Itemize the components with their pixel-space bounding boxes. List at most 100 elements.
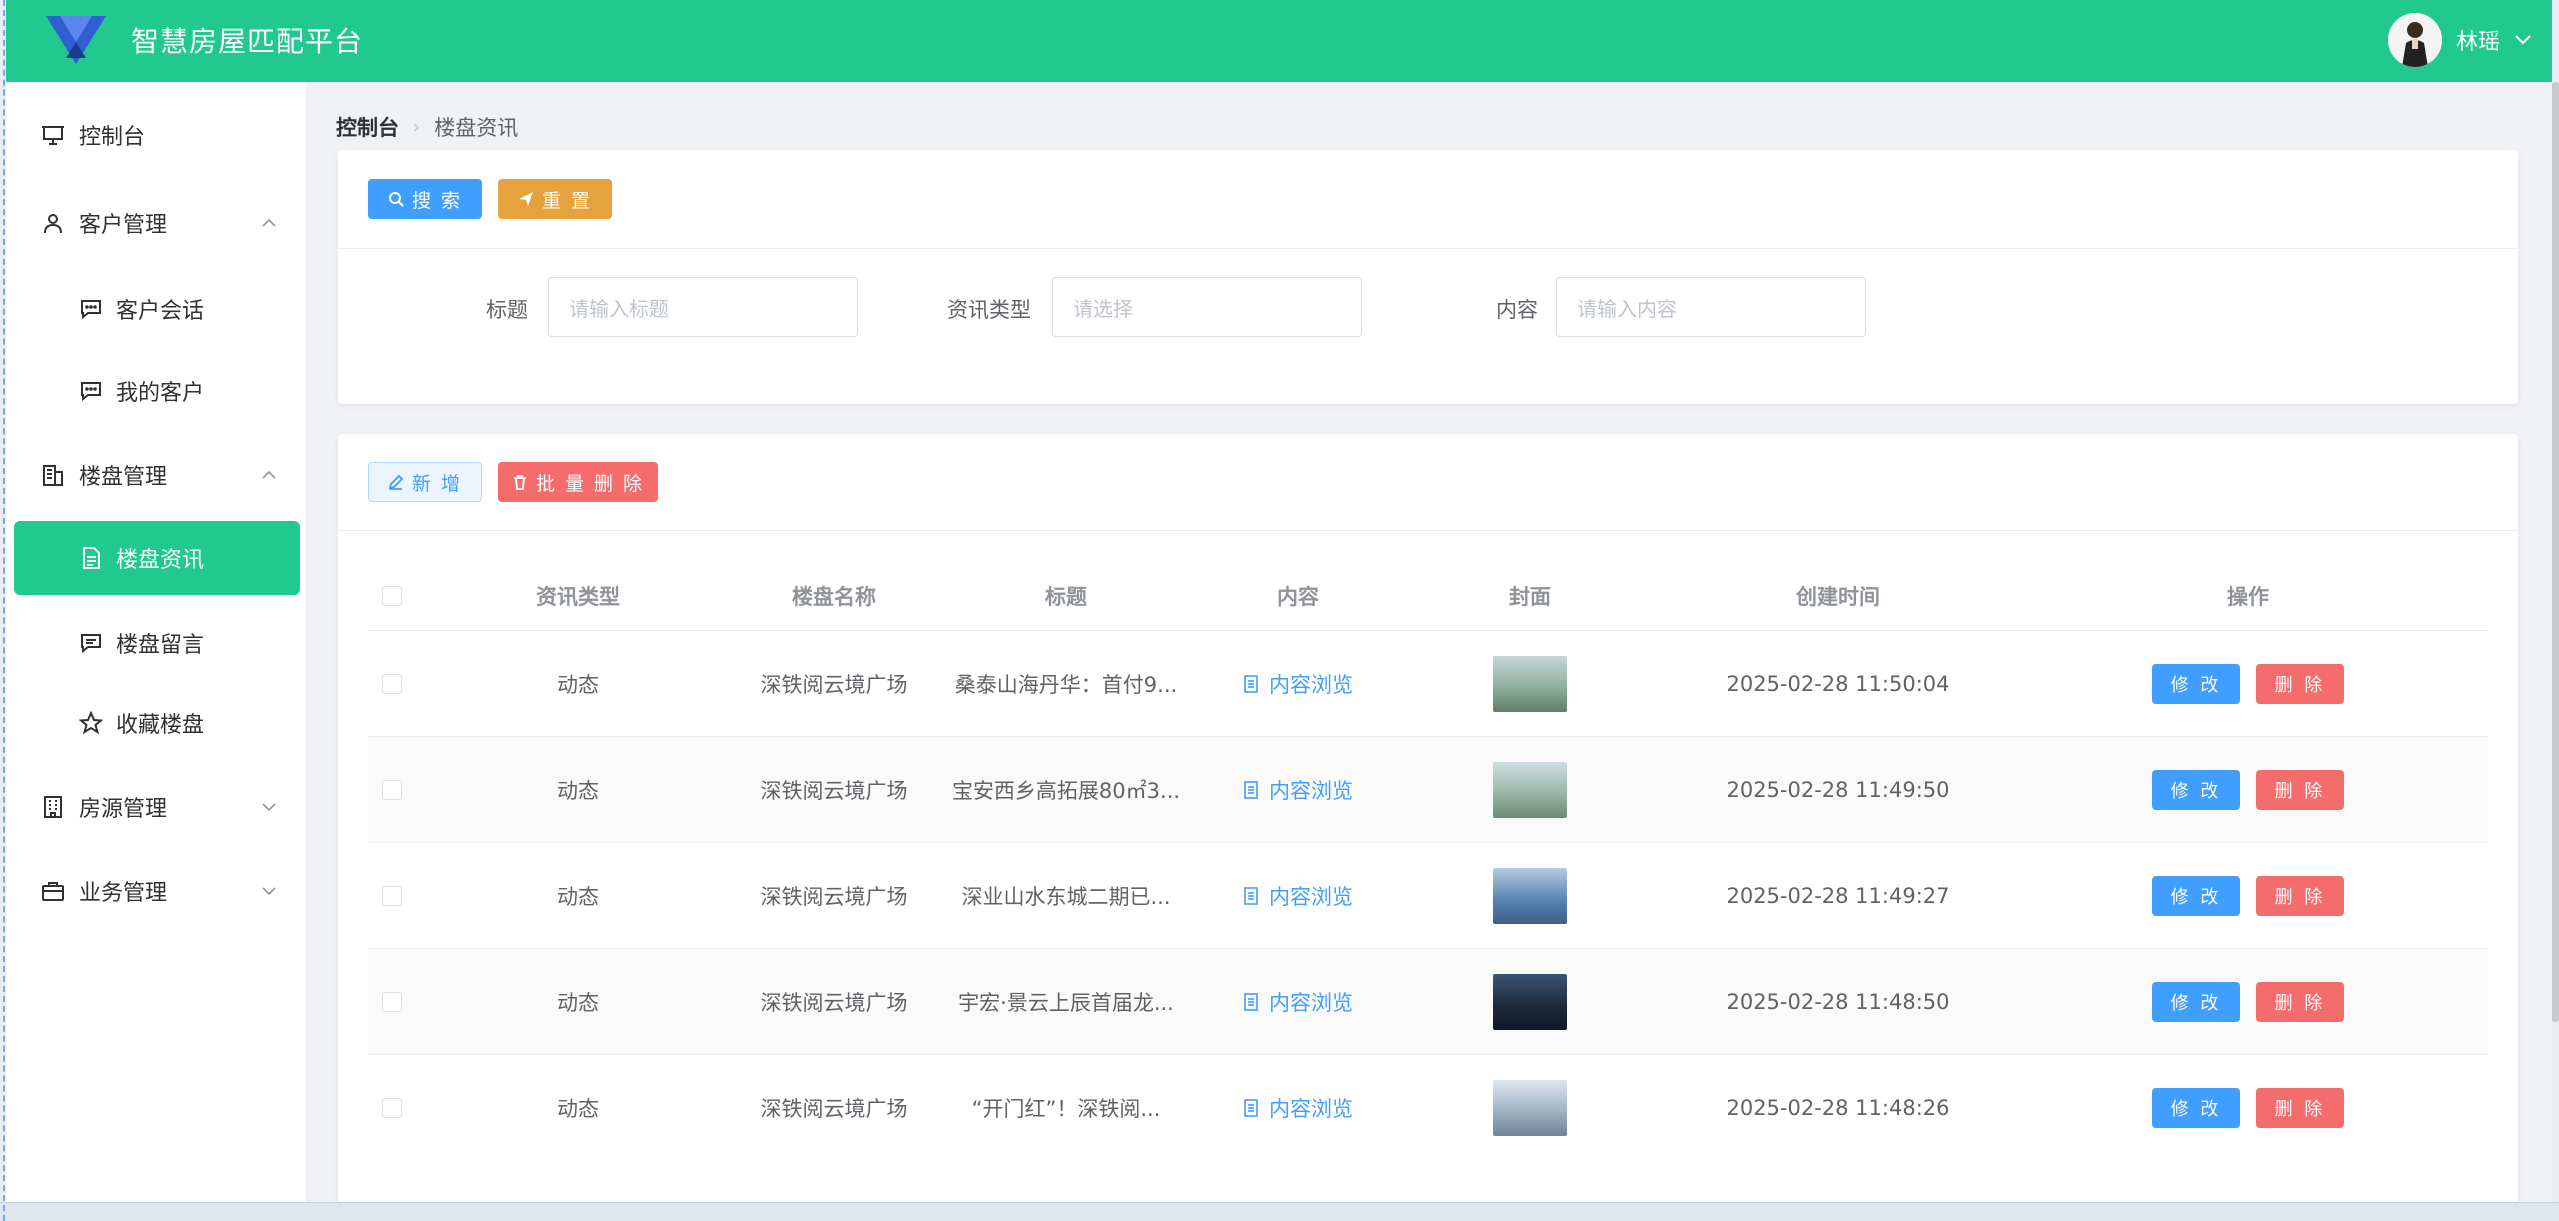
taskbar [0, 1202, 2559, 1221]
content-preview-link[interactable]: 内容浏览 [1243, 775, 1353, 805]
table-card: 新 增 批 量 删 除 资讯类型 楼盘名称 标题 内容 封面 创建时间 操作 动… [338, 434, 2518, 1214]
message-icon [78, 630, 104, 656]
search-card: 搜 索 重 置 标题 请输入标题 资讯类型 请选择 内容 请输入内容 [338, 150, 2518, 404]
content-field-label: 内容 [1496, 298, 1538, 322]
actions-cell: 修 改 删 除 [2048, 1055, 2448, 1161]
avatar[interactable] [2387, 13, 2442, 67]
title-input-placeholder: 请输入标题 [569, 296, 669, 321]
cover-cell [1400, 1055, 1660, 1161]
edit-button[interactable]: 修 改 [2152, 1088, 2240, 1128]
actions-cell: 修 改 删 除 [2048, 631, 2448, 737]
content-cell: 内容浏览 [1168, 737, 1428, 843]
row-checkbox[interactable] [382, 992, 402, 1012]
chevron-down-icon [262, 803, 276, 812]
content-preview-link[interactable]: 内容浏览 [1243, 1093, 1353, 1123]
edit-button[interactable]: 修 改 [2152, 770, 2240, 810]
edit-button[interactable]: 修 改 [2152, 664, 2240, 704]
office-icon [40, 794, 66, 820]
delete-button[interactable]: 删 除 [2256, 876, 2344, 916]
trash-icon [513, 475, 526, 490]
search-button[interactable]: 搜 索 [368, 179, 482, 219]
sidebar-item-label: 客户会话 [116, 299, 205, 324]
reset-button[interactable]: 重 置 [498, 179, 612, 219]
row-checkbox[interactable] [382, 674, 402, 694]
news-type-cell: 动态 [557, 779, 599, 803]
row-checkbox-cell[interactable] [368, 737, 416, 843]
column-header: 资讯类型 [536, 585, 620, 609]
user-name[interactable]: 林瑶 [2456, 24, 2500, 56]
breadcrumb-current: 楼盘资讯 [434, 116, 519, 140]
title-input[interactable]: 请输入标题 [548, 277, 858, 337]
cover-thumbnail[interactable] [1493, 868, 1567, 924]
sidebar-item-label: 楼盘留言 [116, 633, 205, 658]
document-icon [1244, 675, 1258, 693]
content-cell: 内容浏览 [1168, 843, 1428, 949]
actions-cell: 修 改 删 除 [2048, 737, 2448, 843]
sidebar-item-label: 控制台 [79, 125, 146, 150]
edit-button[interactable]: 修 改 [2152, 982, 2240, 1022]
sidebar-item-estate-news[interactable]: 楼盘资讯 [14, 521, 300, 595]
batch-delete-button-label: 批 量 删 除 [535, 472, 645, 495]
title-cell: 宝安西乡高拓展80㎡3... [951, 779, 1181, 803]
sidebar-item-estate-management[interactable]: 楼盘管理 [6, 438, 306, 512]
delete-button[interactable]: 删 除 [2256, 664, 2344, 704]
sidebar-item-customer-chat[interactable]: 客户会话 [6, 272, 306, 346]
row-checkbox[interactable] [382, 1098, 402, 1118]
cover-thumbnail[interactable] [1493, 1080, 1567, 1136]
content-preview-link[interactable]: 内容浏览 [1243, 881, 1353, 911]
chevron-down-icon[interactable] [2514, 34, 2532, 46]
breadcrumb-separator-icon: › [413, 116, 421, 138]
sidebar-item-dashboard[interactable]: 控制台 [6, 98, 306, 172]
row-checkbox-cell[interactable] [368, 949, 416, 1055]
cover-thumbnail[interactable] [1493, 974, 1567, 1030]
breadcrumb-home[interactable]: 控制台 [336, 112, 399, 142]
divider [338, 248, 2518, 249]
edit-button[interactable]: 修 改 [2152, 876, 2240, 916]
actions-cell: 修 改 删 除 [2048, 949, 2448, 1055]
sidebar: 控制台 客户管理 客户会话 我的客户 楼盘管理 楼盘资讯 楼盘留言 收藏楼盘 房… [6, 82, 306, 1202]
sidebar-item-estate-messages[interactable]: 楼盘留言 [6, 606, 306, 680]
chevron-up-icon [262, 470, 276, 479]
select-all-checkbox-cell[interactable] [368, 562, 416, 630]
table-row: 动态 深铁阅云境广场 宇宏·景云上辰首届龙... 内容浏览 2025-02-28… [368, 948, 2488, 1054]
news-type-select[interactable]: 请选择 [1052, 277, 1362, 337]
content-input[interactable]: 请输入内容 [1556, 277, 1866, 337]
user-menu[interactable]: 林瑶 [2387, 10, 2532, 70]
add-button[interactable]: 新 增 [368, 462, 482, 502]
document-icon [1244, 993, 1258, 1011]
sidebar-item-customer-management[interactable]: 客户管理 [6, 186, 306, 260]
cover-thumbnail[interactable] [1493, 762, 1567, 818]
divider [338, 530, 2518, 531]
delete-button[interactable]: 删 除 [2256, 770, 2344, 810]
search-icon [388, 192, 404, 207]
created-time-cell: 2025-02-28 11:49:50 [1726, 778, 1950, 802]
title-field-label: 标题 [486, 298, 528, 322]
select-all-checkbox[interactable] [382, 586, 402, 606]
column-header: 标题 [1045, 585, 1087, 609]
row-checkbox[interactable] [382, 780, 402, 800]
sidebar-item-my-customers[interactable]: 我的客户 [6, 354, 306, 428]
content-preview-link[interactable]: 内容浏览 [1243, 987, 1353, 1017]
row-checkbox-cell[interactable] [368, 843, 416, 949]
cover-thumbnail[interactable] [1493, 656, 1567, 712]
content-preview-link[interactable]: 内容浏览 [1243, 669, 1353, 699]
sidebar-item-business-management[interactable]: 业务管理 [6, 854, 306, 928]
title-cell: 桑泰山海丹华：首付9... [954, 673, 1178, 697]
row-checkbox[interactable] [382, 886, 402, 906]
content-cell: 内容浏览 [1168, 949, 1428, 1055]
sidebar-item-label: 楼盘资讯 [116, 548, 205, 573]
delete-button[interactable]: 删 除 [2256, 982, 2344, 1022]
sidebar-item-listing-management[interactable]: 房源管理 [6, 770, 306, 844]
row-checkbox-cell[interactable] [368, 1055, 416, 1161]
column-header: 楼盘名称 [792, 585, 876, 609]
batch-delete-button[interactable]: 批 量 删 除 [498, 462, 658, 502]
document-icon [1244, 781, 1258, 799]
news-type-cell: 动态 [557, 673, 599, 697]
row-checkbox-cell[interactable] [368, 631, 416, 737]
created-time-cell: 2025-02-28 11:48:50 [1726, 990, 1950, 1014]
news-type-cell: 动态 [557, 1097, 599, 1121]
created-time-cell: 2025-02-28 11:49:27 [1726, 884, 1950, 908]
vertical-scrollbar[interactable] [2552, 82, 2559, 1022]
sidebar-item-favorite-estates[interactable]: 收藏楼盘 [6, 686, 306, 760]
delete-button[interactable]: 删 除 [2256, 1088, 2344, 1128]
